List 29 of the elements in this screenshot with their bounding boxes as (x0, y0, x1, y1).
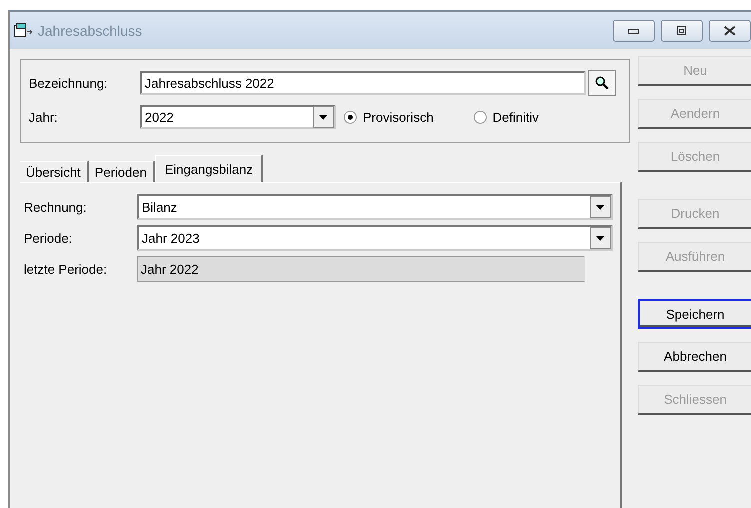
maximize-button[interactable] (661, 20, 703, 42)
tab[interactable]: Übersicht (20, 161, 89, 182)
field-label: Bezeichnung: (29, 76, 109, 90)
tab[interactable]: Eingangsbilanz (154, 155, 264, 182)
dropdown-arrow-icon (319, 114, 328, 120)
restore-icon (675, 26, 689, 36)
field-label: Rechnung: (24, 200, 88, 214)
field-label: letzte Periode: (24, 262, 108, 276)
search-icon (595, 76, 609, 90)
name-field[interactable]: Jahresabschluss 2022 (140, 71, 586, 95)
action-button[interactable]: Abbrechen (638, 342, 751, 372)
minimize-button[interactable] (613, 20, 655, 42)
radio-button[interactable]: Definitiv (474, 110, 540, 124)
window-title: Jahresabschluss (38, 22, 144, 38)
dropdown-arrow-icon (596, 236, 605, 240)
radio-button[interactable]: Provisorisch (344, 110, 434, 124)
close-icon (723, 26, 737, 36)
app-icon (14, 22, 34, 38)
dropdown-field[interactable]: Bilanz (137, 194, 613, 220)
year-dropdown[interactable]: 2022 (140, 105, 336, 129)
field-label: Periode: (24, 230, 74, 246)
close-button[interactable] (709, 20, 751, 42)
dropdown-arrow-icon (596, 204, 605, 210)
tab[interactable]: Perioden (88, 161, 155, 182)
action-button[interactable]: Speichern (638, 299, 751, 329)
readonly-field: Jahr 2022 (137, 256, 585, 282)
search-button[interactable] (588, 70, 616, 96)
field-label: Jahr: (29, 110, 59, 124)
dropdown-field[interactable]: Jahr 2023 (137, 225, 613, 251)
